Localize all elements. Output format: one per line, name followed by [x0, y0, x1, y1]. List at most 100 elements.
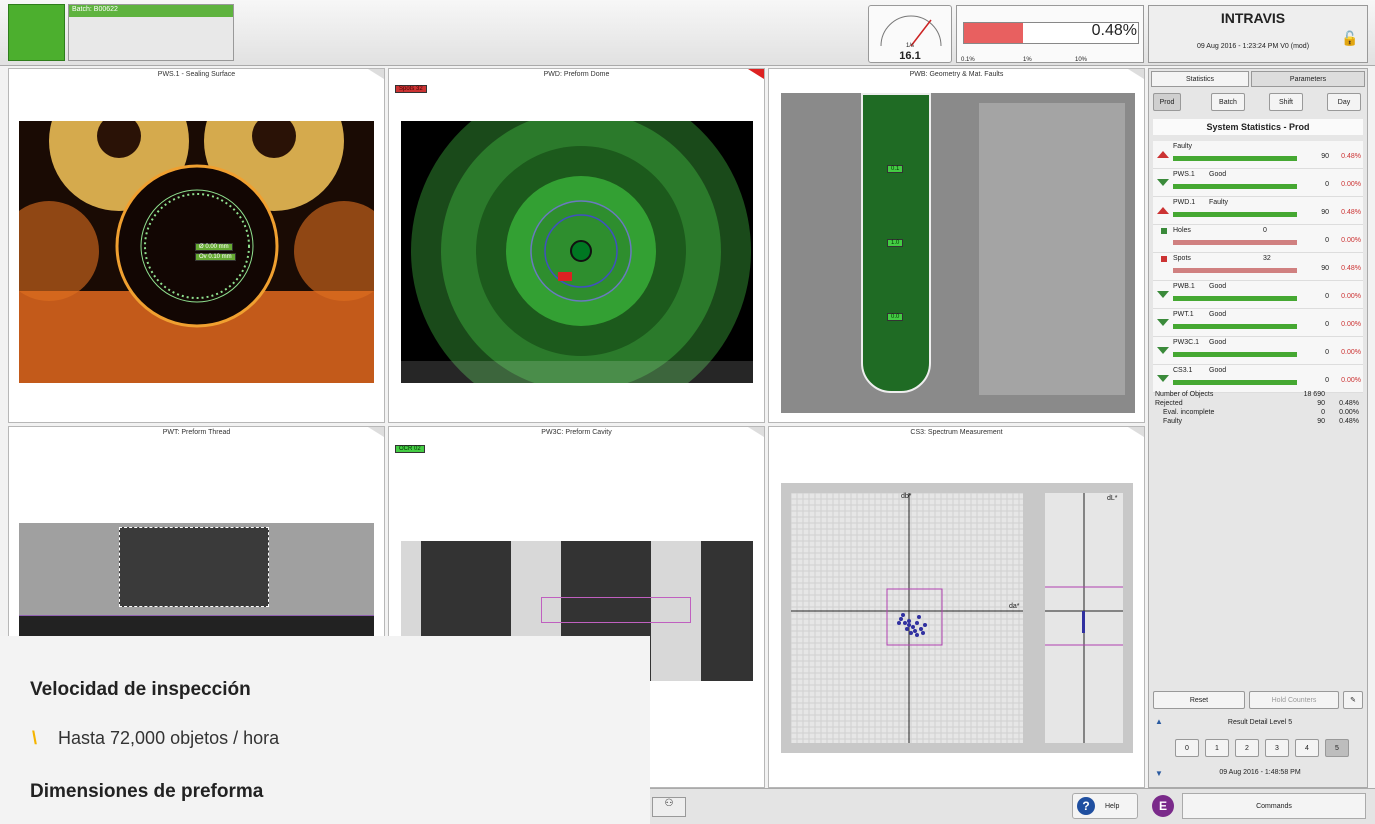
help-button[interactable]: ? Help [1072, 793, 1138, 819]
data-point [915, 633, 919, 637]
data-point [899, 617, 903, 621]
stat-label: PWT.1 [1173, 311, 1194, 318]
stat-row[interactable]: PWT.1 Good 0 0.00% [1153, 309, 1363, 337]
reject-rate-panel: 0.48% 0.1% 1% 10% [956, 5, 1144, 63]
stat-value: 0 [1325, 237, 1329, 244]
count-value: 90 [1317, 418, 1325, 425]
network-icon[interactable]: ⚇ [652, 797, 686, 817]
inspection-speed-heading: Velocidad de inspección [30, 679, 251, 700]
stat-status: Good [1209, 367, 1227, 374]
stat-value: 0 [1325, 321, 1329, 328]
panel-title: PWB: Geometry & Mat. Faults [909, 71, 1004, 78]
color-scatter-plot [791, 493, 1023, 743]
data-point [913, 629, 917, 633]
stat-value: 0 [1325, 349, 1329, 356]
good-arrow-icon [1157, 375, 1169, 382]
stat-value: 0 [1325, 293, 1329, 300]
panel-title: PW3C: Preform Cavity [541, 429, 612, 436]
panel-title: PWS.1 - Sealing Surface [157, 71, 236, 78]
data-point [915, 621, 919, 625]
stat-percent: 0.00% [1341, 181, 1361, 188]
detail-level-button[interactable]: 1 [1205, 739, 1229, 757]
gauge-value: 16.1 [899, 50, 921, 62]
panel-title: PWD: Preform Dome [543, 71, 610, 78]
geometry-label: 1.0 [887, 239, 904, 247]
period-day-button[interactable]: Day [1327, 93, 1361, 111]
detail-level-button[interactable]: 4 [1295, 739, 1319, 757]
stat-row[interactable]: Faulty 90 0.48% [1153, 141, 1363, 169]
good-arrow-icon [1157, 291, 1169, 298]
period-batch-button[interactable]: Batch [1211, 93, 1245, 111]
stat-label: PWB.1 [1173, 283, 1195, 290]
stat-bar [1173, 380, 1297, 385]
stat-row[interactable]: PWD.1 Faulty 90 0.48% [1153, 197, 1363, 225]
brand-panel: INTRAVIS 09 Aug 2016 - 1:23:24 PM V0 (mo… [1148, 5, 1368, 63]
stat-bar [1173, 352, 1297, 357]
export-icon[interactable]: ✎ [1343, 691, 1363, 709]
gauge-unit: 1/s [905, 43, 914, 49]
detail-level-button[interactable]: 5 [1325, 739, 1349, 757]
statistics-sidebar: Statistics Parameters Prod Batch Shift D… [1148, 68, 1368, 788]
data-point [919, 627, 923, 631]
stat-label: PWS.1 [1173, 171, 1195, 178]
stat-label: CS3.1 [1173, 367, 1193, 374]
count-percent: 0.00% [1339, 409, 1359, 416]
stat-percent: 0.00% [1341, 349, 1361, 356]
stats-header: System Statistics - Prod [1153, 119, 1363, 135]
panel-preform-dome[interactable]: PWD: Preform Dome Spots 32 [388, 68, 765, 423]
reset-button[interactable]: Reset [1153, 691, 1245, 709]
stat-row[interactable]: Holes 0 0 0.00% [1153, 225, 1363, 253]
detail-level-button[interactable]: 2 [1235, 739, 1259, 757]
batch-label: Batch: B00622 [69, 5, 233, 17]
stat-status: Good [1209, 171, 1227, 178]
stat-value: 90 [1321, 153, 1329, 160]
detail-level-button[interactable]: 3 [1265, 739, 1289, 757]
stat-value: 90 [1321, 265, 1329, 272]
level-down-icon[interactable]: ▼ [1155, 769, 1163, 778]
panel-title: CS3: Spectrum Measurement [910, 429, 1003, 436]
panel-geometry-faults[interactable]: PWB: Geometry & Mat. Faults 0.1 1.0 0.0 [768, 68, 1145, 423]
stat-bar [1173, 296, 1297, 301]
lock-icon[interactable]: 🔓 [1341, 30, 1358, 47]
stat-label: Holes [1173, 227, 1191, 234]
stat-status: Good [1209, 283, 1227, 290]
inspection-speed-item: Hasta 72,000 objetos / hora [58, 728, 280, 748]
stat-row[interactable]: CS3.1 Good 0 0.00% [1153, 365, 1363, 393]
reject-rate-fill [964, 23, 1024, 43]
commands-button[interactable]: Commands [1182, 793, 1366, 819]
count-label: Eval. incomplete [1163, 409, 1215, 416]
tab-parameters[interactable]: Parameters [1251, 71, 1365, 87]
stat-bar [1173, 240, 1297, 245]
count-value: 90 [1317, 400, 1325, 407]
detail-timestamp: 09 Aug 2016 - 1:48:58 PM [1219, 769, 1301, 776]
panel-sealing-surface[interactable]: PWS.1 - Sealing Surface Ø 0.00 mm Ov 0.1… [8, 68, 385, 423]
tab-statistics[interactable]: Statistics [1151, 71, 1249, 87]
count-row: Rejected 90 0.48% [1155, 400, 1361, 407]
stat-bar [1173, 184, 1297, 189]
preform-dome-image [401, 121, 753, 383]
sub-category-icon [1161, 228, 1167, 234]
period-prod-button[interactable]: Prod [1153, 93, 1181, 111]
stat-percent: 0.00% [1341, 377, 1361, 384]
help-icon: ? [1077, 797, 1095, 815]
level-up-icon[interactable]: ▲ [1155, 717, 1163, 726]
stat-row[interactable]: PWB.1 Good 0 0.00% [1153, 281, 1363, 309]
geometry-image: 0.1 1.0 0.0 [781, 93, 1135, 413]
e-icon[interactable]: E [1152, 795, 1174, 817]
stat-row[interactable]: PWS.1 Good 0 0.00% [1153, 169, 1363, 197]
detail-level-button[interactable]: 0 [1175, 739, 1199, 757]
good-arrow-icon [1157, 347, 1169, 354]
stat-row[interactable]: PW3C.1 Good 0 0.00% [1153, 337, 1363, 365]
bullet-mark-icon: \ [32, 728, 38, 748]
stat-row[interactable]: Spots 32 90 0.48% [1153, 253, 1363, 281]
data-point [897, 621, 901, 625]
stat-label: Spots [1173, 255, 1191, 262]
count-percent: 0.48% [1339, 418, 1359, 425]
good-arrow-icon [1157, 179, 1169, 186]
reject-rate-value: 0.48% [1091, 22, 1137, 39]
period-shift-button[interactable]: Shift [1269, 93, 1303, 111]
data-point [907, 619, 911, 623]
hold-counters-button[interactable]: Hold Counters [1249, 691, 1339, 709]
good-arrow-icon [1157, 319, 1169, 326]
panel-spectrum[interactable]: CS3: Spectrum Measurement db* da* dL* [768, 426, 1145, 788]
